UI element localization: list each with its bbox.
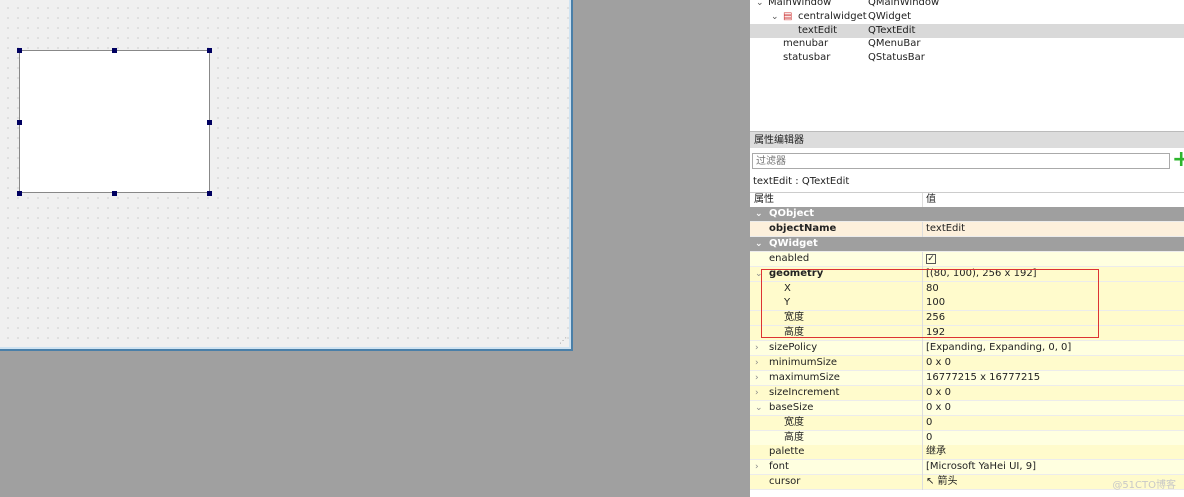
value-text: 0 xyxy=(926,431,933,443)
property-value[interactable]: 0 x 0 xyxy=(922,400,951,416)
property-name: baseSize xyxy=(769,401,814,413)
property-value[interactable]: 16777215 x 16777215 xyxy=(922,370,1041,386)
resize-handle[interactable] xyxy=(207,191,212,196)
property-row[interactable]: › sizeIncrement 0 x 0 xyxy=(750,385,1184,401)
property-row[interactable]: objectName textEdit xyxy=(750,221,1184,237)
tree-item-name: MainWindow xyxy=(768,0,832,8)
tree-item[interactable]: ⌄ ▤ centralwidget QWidget xyxy=(750,10,1184,24)
property-editor-title: 属性编辑器 xyxy=(750,131,1184,148)
highlight-box xyxy=(761,269,1099,338)
widget-icon: ▤ xyxy=(783,11,793,22)
property-value[interactable]: [Microsoft YaHei UI, 9] xyxy=(922,460,1036,476)
property-value[interactable]: [Expanding, Expanding, 0, 0] xyxy=(922,341,1072,357)
object-label: textEdit : QTextEdit xyxy=(753,176,850,187)
property-row[interactable]: enabled ✓ xyxy=(750,251,1184,267)
tree-item[interactable]: ⌄ MainWindow QMainWindow xyxy=(750,0,1184,10)
property-header: 属性 值 xyxy=(750,192,1184,207)
filter-input[interactable] xyxy=(752,153,1170,169)
tree-item-name: menubar xyxy=(783,38,829,49)
value-text: 0 xyxy=(926,416,933,428)
property-name: font xyxy=(769,461,789,473)
property-row[interactable]: 高度 0 xyxy=(750,430,1184,446)
tree-item-name: statusbar xyxy=(783,52,831,63)
property-name: sizeIncrement xyxy=(769,386,840,398)
property-row[interactable]: palette 继承 xyxy=(750,445,1184,461)
property-row[interactable]: › minimumSize 0 x 0 xyxy=(750,356,1184,371)
property-row[interactable]: › sizePolicy [Expanding, Expanding, 0, 0] xyxy=(750,341,1184,357)
value-text: [Microsoft YaHei UI, 9] xyxy=(926,461,1036,473)
property-name: objectName xyxy=(769,222,837,234)
property-value[interactable]: 0 xyxy=(922,430,933,446)
property-name: maximumSize xyxy=(769,371,840,383)
expand-arrow-icon[interactable]: › xyxy=(755,356,759,370)
property-row[interactable]: ⌄ QObject xyxy=(750,207,1184,222)
expand-arrow-icon[interactable]: › xyxy=(755,460,759,474)
tree-item-class: QTextEdit xyxy=(868,25,916,36)
property-name: 宽度 xyxy=(784,416,804,428)
resize-handle[interactable] xyxy=(112,191,117,196)
tree-item-class: QWidget xyxy=(868,11,912,22)
value-text: 0 x 0 xyxy=(926,357,951,368)
resize-handle[interactable] xyxy=(17,191,22,196)
property-name: QObject xyxy=(769,208,815,219)
property-name: cursor xyxy=(769,476,801,488)
value-text: ✓ xyxy=(926,253,936,264)
column-value: 值 xyxy=(922,193,936,207)
property-value[interactable]: 0 x 0 xyxy=(922,385,951,401)
property-value[interactable]: textEdit xyxy=(922,221,966,237)
tree-item-name: centralwidget xyxy=(798,11,867,22)
property-value[interactable]: ↖ 箭头 xyxy=(922,475,958,491)
value-text: ↖ 箭头 xyxy=(926,476,958,488)
value-text: 16777215 x 16777215 xyxy=(926,371,1041,383)
property-row[interactable]: › font [Microsoft YaHei UI, 9] xyxy=(750,460,1184,476)
tree-item-name: textEdit xyxy=(798,25,838,36)
resize-handle[interactable] xyxy=(207,120,212,125)
tree-item-class: QStatusBar xyxy=(868,52,925,63)
designer-form[interactable]: ⋰ xyxy=(0,0,573,351)
property-value[interactable]: 0 xyxy=(922,415,933,431)
value-text: [Expanding, Expanding, 0, 0] xyxy=(926,342,1072,354)
property-row[interactable]: 宽度 0 xyxy=(750,415,1184,431)
collapse-arrow-icon[interactable]: ⌄ xyxy=(755,207,763,221)
tree-item-class: QMenuBar xyxy=(868,38,921,49)
value-text: textEdit xyxy=(926,222,966,234)
property-name: minimumSize xyxy=(769,357,837,368)
text-edit-widget[interactable] xyxy=(19,50,210,193)
value-text: 0 x 0 xyxy=(926,386,951,398)
tree-item-class: QMainWindow xyxy=(868,0,940,8)
value-text: 0 x 0 xyxy=(926,401,951,413)
property-row[interactable]: ⌄ baseSize 0 x 0 xyxy=(750,400,1184,416)
tree-item[interactable]: statusbar QStatusBar xyxy=(750,51,1184,65)
resize-handle[interactable] xyxy=(207,48,212,53)
property-name: QWidget xyxy=(769,237,818,249)
size-grip-icon[interactable]: ⋰ xyxy=(559,336,567,345)
expand-arrow-icon[interactable]: › xyxy=(755,386,759,400)
expand-arrow-icon[interactable]: › xyxy=(755,371,759,385)
expand-arrow-icon[interactable]: ⌄ xyxy=(771,10,779,24)
add-property-button[interactable]: + xyxy=(1172,149,1184,171)
expand-arrow-icon[interactable]: › xyxy=(755,341,759,355)
property-name: palette xyxy=(769,446,805,458)
resize-handle[interactable] xyxy=(17,120,22,125)
collapse-arrow-icon[interactable]: ⌄ xyxy=(755,401,763,415)
tree-item[interactable]: textEdit QTextEdit xyxy=(750,24,1184,38)
right-panel: ⌄ MainWindow QMainWindow ⌄ ▤ centralwidget QWi… xyxy=(750,0,1184,497)
property-name: sizePolicy xyxy=(769,342,818,354)
collapse-arrow-icon[interactable]: ⌄ xyxy=(755,237,763,251)
property-row[interactable]: ⌄ QWidget xyxy=(750,236,1184,252)
tree-item[interactable]: menubar QMenuBar xyxy=(750,37,1184,51)
resize-handle[interactable] xyxy=(112,48,117,53)
property-value[interactable]: 继承 xyxy=(922,445,946,461)
resize-handle[interactable] xyxy=(17,48,22,53)
property-name: enabled xyxy=(769,252,810,264)
watermark: @51CTO博客 xyxy=(1112,480,1176,491)
expand-arrow-icon[interactable]: ⌄ xyxy=(756,0,764,10)
enabled-checkbox[interactable]: ✓ xyxy=(922,251,936,267)
property-row[interactable]: › maximumSize 16777215 x 16777215 xyxy=(750,370,1184,386)
property-value[interactable]: 0 x 0 xyxy=(922,356,951,371)
column-property: 属性 xyxy=(754,194,774,205)
property-name: 高度 xyxy=(784,431,804,443)
value-text: 继承 xyxy=(926,446,946,458)
